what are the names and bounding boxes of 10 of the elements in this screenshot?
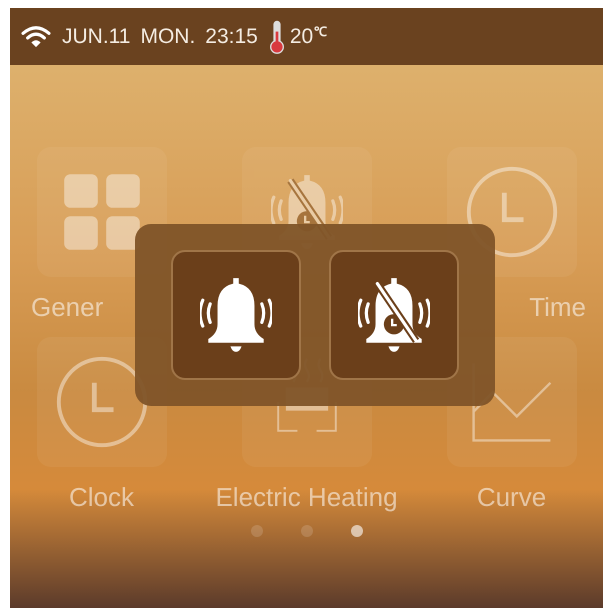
tile-label: Electric Heating [215, 481, 398, 513]
tile-label: Curve [476, 481, 546, 513]
day-text: MON. [140, 24, 196, 48]
time-text: 23:15 [205, 24, 258, 48]
temperature-unit: ℃ [314, 23, 328, 40]
tile-label: Time [529, 291, 586, 323]
tile-label: Gener [31, 291, 104, 323]
temperature-text: 20 [290, 24, 314, 48]
tile-label: Clock [68, 481, 134, 513]
date-text: JUN.11 [62, 24, 130, 48]
